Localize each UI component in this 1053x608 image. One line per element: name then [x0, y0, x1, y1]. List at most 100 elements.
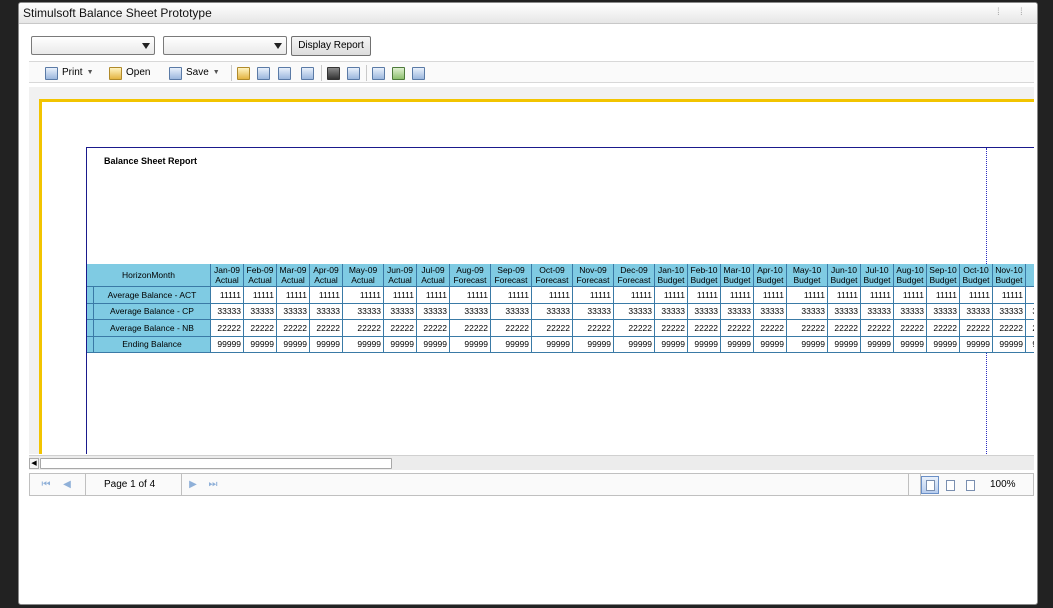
column-header: Apr-09 Actual	[310, 264, 343, 287]
display-report-button[interactable]: Display Report	[291, 36, 371, 56]
table-cell: 99999	[244, 336, 277, 353]
last-page-icon[interactable]: ⏭	[207, 479, 219, 491]
save-button[interactable]: Save ▼	[169, 65, 220, 81]
scroll-thumb[interactable]	[40, 458, 392, 469]
editor-icon	[301, 66, 314, 80]
table-cell: 33333	[343, 303, 384, 320]
table-cell: 11111	[450, 287, 491, 304]
table-cell: 99999	[573, 336, 614, 353]
nav-divider	[908, 474, 909, 495]
column-header: Jul-10 Budget	[861, 264, 894, 287]
horizontal-scrollbar[interactable]: ◀	[29, 455, 1034, 470]
row-label: Ending Balance	[94, 336, 211, 353]
table-cell: 33333	[721, 303, 754, 320]
column-header: Oct-09 Forecast	[532, 264, 573, 287]
column-header-type: Budget	[723, 275, 751, 285]
table-cell: 33333	[310, 303, 343, 320]
table-cell: 22222	[244, 320, 277, 337]
table-cell: 99999	[754, 336, 787, 353]
close-icon[interactable]: ⁞	[1020, 7, 1026, 19]
bookmarks-button[interactable]	[237, 65, 250, 81]
column-header: Feb-10 Budget	[688, 264, 721, 287]
table-cell: 11111	[532, 287, 573, 304]
floppy-disk-icon	[169, 66, 182, 80]
table-cell: 22222	[532, 320, 573, 337]
table-cell: 33333	[417, 303, 450, 320]
column-header-month: Aug-09	[456, 265, 484, 275]
table-cell: 11111	[993, 287, 1026, 304]
one-page-view-button[interactable]	[921, 476, 939, 494]
table-cell: 99999	[861, 336, 894, 353]
column-header: Jun-09 Actual	[384, 264, 417, 287]
previous-page-icon[interactable]: ◀	[61, 479, 73, 491]
find-button[interactable]	[327, 65, 340, 81]
printer-icon	[45, 66, 58, 80]
scroll-left-icon[interactable]: ◀	[29, 458, 39, 469]
column-header: Nov-09 Forecast	[573, 264, 614, 287]
column-header-month: Oct-10	[963, 265, 989, 275]
table-cell: 99999	[450, 336, 491, 353]
full-screen-button[interactable]	[392, 65, 405, 81]
signature-button[interactable]	[347, 65, 360, 81]
row-label: Average Balance - CP	[94, 303, 211, 320]
column-header-month: Mar-09	[279, 265, 307, 275]
open-label: Open	[126, 67, 151, 78]
multi-page-button[interactable]	[412, 65, 425, 81]
table-cell: 33333	[655, 303, 688, 320]
table-cell: 11111	[244, 287, 277, 304]
table-cell: 22222	[277, 320, 310, 337]
table-cell: 22222	[343, 320, 384, 337]
table-cell: 22222	[310, 320, 343, 337]
print-button[interactable]: Print ▼	[45, 65, 94, 81]
table-cell: 33333	[450, 303, 491, 320]
table-cell: 22222	[927, 320, 960, 337]
table-cell: 11111	[721, 287, 754, 304]
column-header: Feb-09 Actual	[244, 264, 277, 287]
table-cell: 33333	[894, 303, 927, 320]
column-header-type: Forecast	[576, 275, 610, 285]
column-header-type: Actual	[351, 275, 375, 285]
next-page-icon[interactable]: ▶	[187, 479, 199, 491]
table-cell: 99999	[211, 336, 244, 353]
parameter-combo-1[interactable]	[31, 36, 155, 55]
thumbnails-button[interactable]	[278, 65, 291, 81]
column-header-month: Jan-10	[658, 265, 684, 275]
column-header-month: May-09	[348, 265, 378, 275]
zoom-level[interactable]: 100%	[990, 479, 1016, 490]
column-header-month: Dec-09	[620, 265, 648, 275]
table-cell: 11111	[787, 287, 828, 304]
table-cell: 11111	[573, 287, 614, 304]
row-indent	[87, 336, 94, 353]
report-viewer[interactable]: Balance Sheet Report HorizonMonth Jan-09 A…	[29, 87, 1034, 454]
continuous-view-button[interactable]	[941, 476, 959, 494]
nav-divider	[181, 474, 182, 495]
parameter-combo-2[interactable]	[163, 36, 287, 55]
column-header-type: Budget	[863, 275, 891, 285]
table-cell: 99999	[417, 336, 450, 353]
table-cell: 22222	[614, 320, 655, 337]
navigation-bar: ⏮ ◀ Page 1 of 4 ▶ ⏭ 100%	[29, 473, 1034, 496]
report-content: Balance Sheet Report HorizonMonth Jan-09 A…	[86, 147, 1034, 454]
column-header: Jan-10 Budget	[655, 264, 688, 287]
table-cell: 99999	[828, 336, 861, 353]
column-header-type: Budget	[929, 275, 957, 285]
nav-divider	[85, 474, 86, 495]
multi-page-view-button[interactable]	[961, 476, 979, 494]
column-header-month: Jul-09	[421, 265, 445, 275]
signature-icon	[347, 66, 360, 80]
column-header-type: Actual	[281, 275, 305, 285]
parameters-button[interactable]	[257, 65, 270, 81]
minimize-icon[interactable]: ⁞	[997, 7, 1003, 19]
table-cell: 22222	[861, 320, 894, 337]
open-button[interactable]: Open	[109, 65, 150, 81]
column-header: Sep-10 Budget	[927, 264, 960, 287]
full-screen-icon	[392, 66, 405, 80]
single-page-button[interactable]	[372, 65, 385, 81]
table-cell: 11111	[927, 287, 960, 304]
table-cell: 11111	[211, 287, 244, 304]
toolbar-separator	[366, 65, 367, 81]
first-page-icon[interactable]: ⏮	[40, 479, 52, 491]
table-cell: 22222	[754, 320, 787, 337]
editor-button[interactable]	[301, 65, 314, 81]
chevron-down-icon	[142, 43, 150, 49]
